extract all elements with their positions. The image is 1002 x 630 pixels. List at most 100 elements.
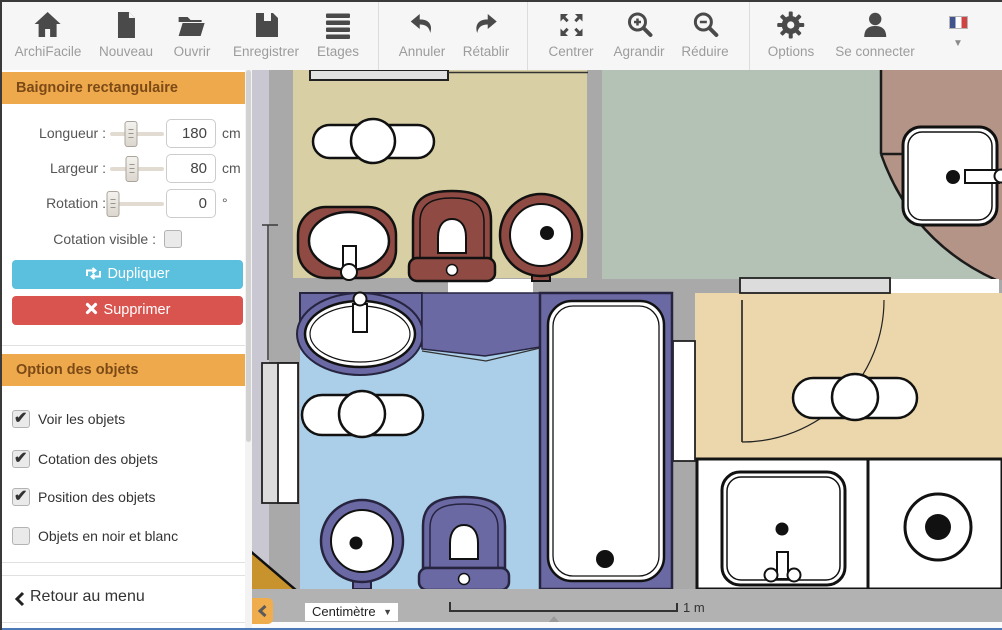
rotation-slider-handle[interactable] xyxy=(107,191,120,217)
toolbar-label: Ouvrir xyxy=(174,44,211,59)
toolbar-save-button[interactable]: Enregistrer xyxy=(233,9,299,59)
window-top[interactable] xyxy=(310,70,448,80)
toilet-maroon[interactable] xyxy=(409,191,495,281)
option-label: Position des objets xyxy=(38,488,156,506)
towel-radiator-blue[interactable] xyxy=(302,391,423,437)
layers-list-icon xyxy=(322,9,354,41)
width-input[interactable]: 80 xyxy=(166,154,216,183)
toolbar-options-button[interactable]: Options xyxy=(768,9,815,59)
panel-divider xyxy=(2,345,252,346)
sink-square-mauve[interactable] xyxy=(903,127,1002,225)
user-icon xyxy=(859,9,891,41)
toolbar-label: Agrandir xyxy=(613,44,664,59)
towel-radiator-tan[interactable] xyxy=(793,374,917,420)
show-objects-checkbox[interactable] xyxy=(12,410,30,428)
toolbar-floors-button[interactable]: Etages xyxy=(317,9,359,59)
rotation-row: Rotation : 0 ° xyxy=(2,189,252,218)
sidebar-collapse-button[interactable] xyxy=(252,598,273,624)
chevron-left-icon xyxy=(257,604,268,618)
archifacile-window: ArchiFacile Nouveau Ouvrir Enregistrer E… xyxy=(0,0,1002,630)
rotation-input[interactable]: 0 xyxy=(166,189,216,218)
toilet-purple[interactable] xyxy=(419,497,509,590)
toolbar-open-button[interactable]: Ouvrir xyxy=(174,9,211,59)
sink-square-bw[interactable] xyxy=(722,472,845,585)
gear-icon xyxy=(775,9,807,41)
toolbar-zoom-out-button[interactable]: Réduire xyxy=(681,9,728,59)
redo-arrow-icon xyxy=(470,9,502,41)
toolbar-label: Centrer xyxy=(548,44,593,59)
counter-sink-oval-purple[interactable] xyxy=(297,293,423,376)
position-objects-checkbox[interactable] xyxy=(12,488,30,506)
open-folder-icon xyxy=(176,9,208,41)
sidebar-scrollbar-thumb[interactable] xyxy=(246,70,251,442)
toolbar-login-button[interactable]: Se connecter xyxy=(835,9,915,59)
length-slider-handle[interactable] xyxy=(124,121,137,147)
undo-arrow-icon xyxy=(406,9,438,41)
new-document-icon xyxy=(110,9,142,41)
rotation-slider[interactable] xyxy=(110,202,164,206)
visible-dimension-row: Cotation visible : xyxy=(2,225,252,254)
zoom-in-icon xyxy=(623,9,655,41)
option-label: Voir les objets xyxy=(38,410,125,428)
toolbar-label: Annuler xyxy=(399,44,446,59)
french-flag-icon xyxy=(949,16,968,29)
chevron-left-icon xyxy=(14,591,25,607)
delete-button[interactable]: Supprimer xyxy=(12,296,243,325)
door-opening-tan[interactable] xyxy=(891,279,999,293)
unit-dropdown[interactable]: Centimètre ▼ xyxy=(305,603,398,621)
toolbar-separator xyxy=(749,2,750,70)
chevron-down-icon: ▼ xyxy=(383,603,392,621)
option-row: Voir les objets xyxy=(2,410,252,428)
sidebar: Baignoire rectangulaire Longueur : 180 c… xyxy=(2,70,252,630)
toolbar-redo-button[interactable]: Rétablir xyxy=(463,9,510,59)
chevron-down-icon: ▼ xyxy=(946,38,970,49)
duplicate-button[interactable]: Dupliquer xyxy=(12,260,243,289)
outside-area xyxy=(252,70,269,589)
length-input[interactable]: 180 xyxy=(166,119,216,148)
toolbar-label: Réduire xyxy=(681,44,728,59)
width-label: Largeur : xyxy=(2,154,106,183)
floor-plan-svg xyxy=(252,70,1002,630)
width-slider-handle[interactable] xyxy=(125,156,138,182)
save-floppy-icon xyxy=(250,9,282,41)
toolbar-label: ArchiFacile xyxy=(15,44,82,59)
option-label: Objets en noir et blanc xyxy=(38,527,178,545)
rotation-label: Rotation : xyxy=(2,189,106,218)
language-selector[interactable]: ▼ xyxy=(946,16,970,49)
length-label: Longueur : xyxy=(2,119,106,148)
panel-divider xyxy=(2,622,252,623)
width-row: Largeur : 80 cm xyxy=(2,154,252,183)
toolbar-home-button[interactable]: ArchiFacile xyxy=(15,9,82,59)
length-row: Longueur : 180 cm xyxy=(2,119,252,148)
zoom-out-icon xyxy=(689,9,721,41)
home-icon xyxy=(32,9,64,41)
center-expand-icon xyxy=(555,9,587,41)
options-panel-title: Option des objets xyxy=(2,354,252,386)
window-blue-tan[interactable] xyxy=(673,341,695,461)
bathtub-selected[interactable] xyxy=(540,293,672,589)
toolbar-undo-button[interactable]: Annuler xyxy=(399,9,446,59)
back-to-menu-link[interactable]: Retour au menu xyxy=(2,575,252,622)
toolbar-separator xyxy=(527,2,528,70)
toolbar-zoom-in-button[interactable]: Agrandir xyxy=(613,9,664,59)
toolbar-new-button[interactable]: Nouveau xyxy=(99,9,153,59)
sink-oval-maroon[interactable] xyxy=(298,207,396,280)
width-slider[interactable] xyxy=(110,167,164,171)
toolbar-label: Options xyxy=(768,44,815,59)
floor-plan-canvas[interactable]: Centimètre ▼ 1 m xyxy=(252,70,1002,630)
duplicate-icon xyxy=(85,267,102,280)
window-green-tan[interactable] xyxy=(740,278,890,293)
towel-radiator-olive[interactable] xyxy=(313,119,434,163)
toolbar-label: Rétablir xyxy=(463,44,510,59)
rotation-unit: ° xyxy=(222,189,228,218)
dimension-objects-checkbox[interactable] xyxy=(12,450,30,468)
toolbar-center-button[interactable]: Centrer xyxy=(548,9,593,59)
delete-x-icon xyxy=(85,302,98,315)
window-left[interactable] xyxy=(262,363,298,503)
washing-machine-bw[interactable] xyxy=(905,494,971,560)
bw-objects-checkbox[interactable] xyxy=(12,527,30,545)
visible-dimension-checkbox[interactable] xyxy=(164,230,182,248)
toolbar-separator xyxy=(378,2,379,70)
toolbar-label: Etages xyxy=(317,44,359,59)
length-slider[interactable] xyxy=(110,132,164,136)
